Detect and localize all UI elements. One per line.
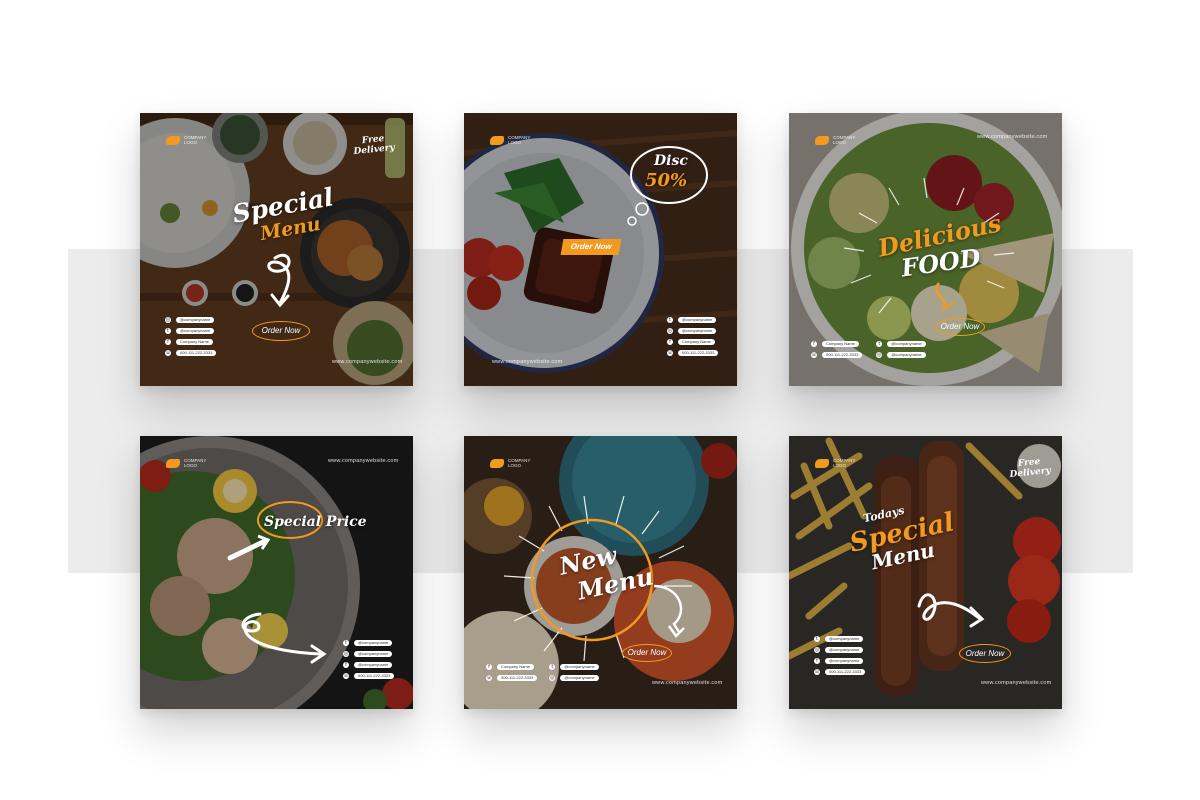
order-now-button[interactable]: Order Now — [622, 644, 672, 662]
company-logo: COMPANY LOGO — [815, 135, 855, 145]
instagram-icon: ◎ — [667, 328, 673, 334]
logo-mark-icon — [166, 135, 180, 145]
instagram-icon: ◎ — [876, 352, 883, 358]
whatsapp-icon: ☏ — [667, 350, 674, 356]
company-website: www.companywebsite.com — [977, 134, 1048, 140]
whatsapp-icon: ☏ — [814, 669, 821, 675]
post-card-discount[interactable]: COMPANY LOGO Disc 50% Order Now t @compan… — [464, 113, 737, 386]
discount-value: 50% — [645, 170, 688, 191]
company-logo: COMPANY LOGO — [166, 458, 206, 468]
facebook-icon: f — [667, 339, 673, 345]
order-now-button[interactable]: Order Now — [959, 644, 1011, 663]
instagram-icon: ◎ — [549, 675, 556, 681]
post-card-delicious-food[interactable]: COMPANY LOGO www.companywebsite.com Deli… — [789, 113, 1062, 386]
twitter-icon: t — [814, 636, 820, 642]
facebook-icon: f — [814, 658, 820, 664]
company-website: www.companywebsite.com — [332, 359, 403, 365]
company-logo: COMPANY LOGO — [815, 458, 855, 468]
facebook-icon: f — [486, 664, 492, 670]
facebook-icon: f — [165, 339, 171, 345]
logo-mark-icon — [815, 135, 829, 145]
instagram-icon: ◎ — [814, 647, 820, 653]
contact-list: f Company Name t @companyname ☏ 000-111-222… — [811, 341, 926, 358]
twitter-icon: t — [876, 341, 883, 347]
headline-special-price: Special Price — [264, 514, 367, 530]
twitter-icon: t — [165, 328, 171, 334]
post-card-special-price[interactable]: COMPANY LOGO www.companywebsite.com Spec… — [140, 436, 413, 709]
whatsapp-icon: ☏ — [165, 350, 172, 356]
contact-list: t @companyname ◎ @companyname f @companynam… — [343, 640, 395, 679]
post-card-new-menu[interactable]: COMPANY LOGO New Menu Order Now f Company… — [464, 436, 737, 709]
whatsapp-icon: ☏ — [811, 352, 818, 358]
post-card-special-menu[interactable]: COMPANY LOGO Free Delivery Special Menu … — [140, 113, 413, 386]
order-now-button[interactable]: Order Now — [252, 321, 310, 341]
contact-list: f Company Name t @companyname ☏ 000-111-222… — [486, 664, 599, 681]
company-website: www.companywebsite.com — [328, 458, 399, 464]
company-logo: COMPANY LOGO — [490, 458, 530, 468]
whatsapp-icon: ☏ — [343, 673, 350, 679]
whatsapp-icon: ☏ — [486, 675, 493, 681]
twitter-icon: t — [343, 640, 349, 646]
contact-list: t @companyname ◎ @companyname f @companynam… — [814, 636, 866, 675]
twitter-icon: t — [549, 664, 556, 670]
company-website: www.companywebsite.com — [492, 359, 563, 365]
twitter-icon: t — [667, 317, 673, 323]
facebook-icon: f — [343, 662, 349, 668]
logo-mark-icon — [815, 458, 829, 468]
company-logo: COMPANY LOGO — [166, 135, 206, 145]
post-card-todays-special[interactable]: COMPANY LOGO Free Delivery Todays Specia… — [789, 436, 1062, 709]
contact-list: ◎ @companyname t @companyname f Company Nam… — [165, 317, 217, 356]
order-now-button[interactable]: Order Now — [935, 318, 985, 336]
company-website: www.companywebsite.com — [652, 680, 723, 686]
company-logo: COMPANY LOGO — [490, 135, 530, 145]
logo-mark-icon — [490, 458, 504, 468]
facebook-icon: f — [811, 341, 817, 347]
logo-mark-icon — [166, 458, 180, 468]
order-now-button[interactable]: Order Now — [560, 239, 622, 255]
discount-label: Disc — [654, 153, 688, 169]
instagram-icon: ◎ — [343, 651, 349, 657]
company-website: www.companywebsite.com — [981, 680, 1052, 686]
contact-list: t @companyname ◎ @companyname f Company Nam… — [667, 317, 719, 356]
instagram-icon: ◎ — [165, 317, 171, 323]
logo-mark-icon — [490, 135, 504, 145]
